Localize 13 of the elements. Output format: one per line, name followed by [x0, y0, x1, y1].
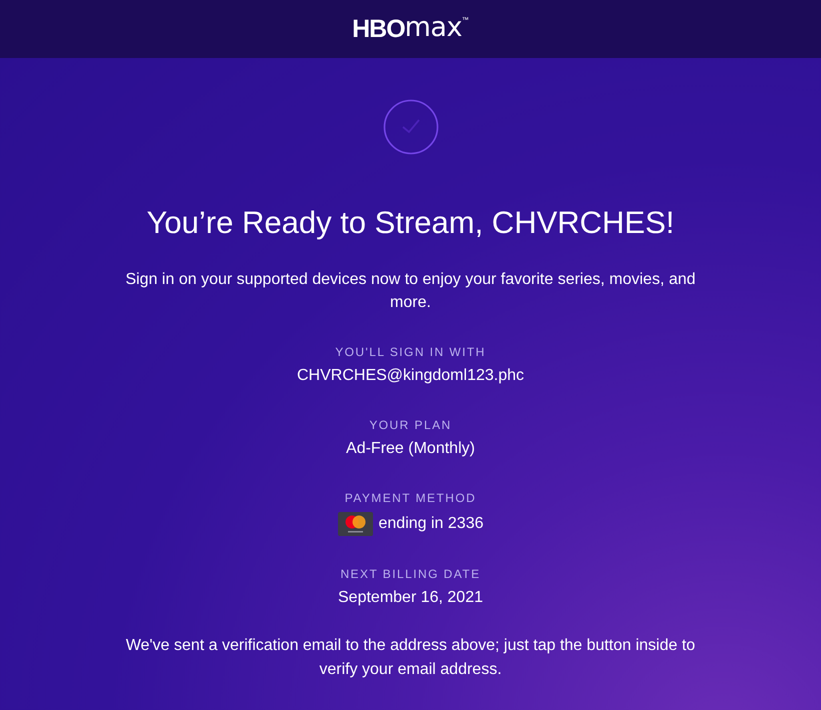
- confirmation-message: Sign in on your supported devices now to enjoy your favorite series, movies, and more.: [124, 270, 697, 313]
- detail-value: ending in 2336: [378, 514, 484, 534]
- check-circle-icon: [382, 99, 438, 155]
- detail-label: YOU'LL SIGN IN WITH: [335, 344, 486, 360]
- detail-value: September 16, 2021: [338, 588, 483, 608]
- detail-label: NEXT BILLING DATE: [340, 566, 481, 582]
- detail-value: CHVRCHES@kingdoml123.phc: [297, 366, 524, 386]
- detail-value: Ad-Free (Monthly): [346, 439, 475, 459]
- verification-note: We've sent a verification email to the address above; just tap the button inside to verify your email address.: [124, 636, 696, 680]
- detail-label: PAYMENT METHOD: [344, 490, 476, 506]
- confirmation-title: You’re Ready to Stream, CHVRCHES!: [146, 205, 674, 241]
- card-icon: [338, 512, 372, 536]
- detail-label: YOUR PLAN: [369, 417, 452, 433]
